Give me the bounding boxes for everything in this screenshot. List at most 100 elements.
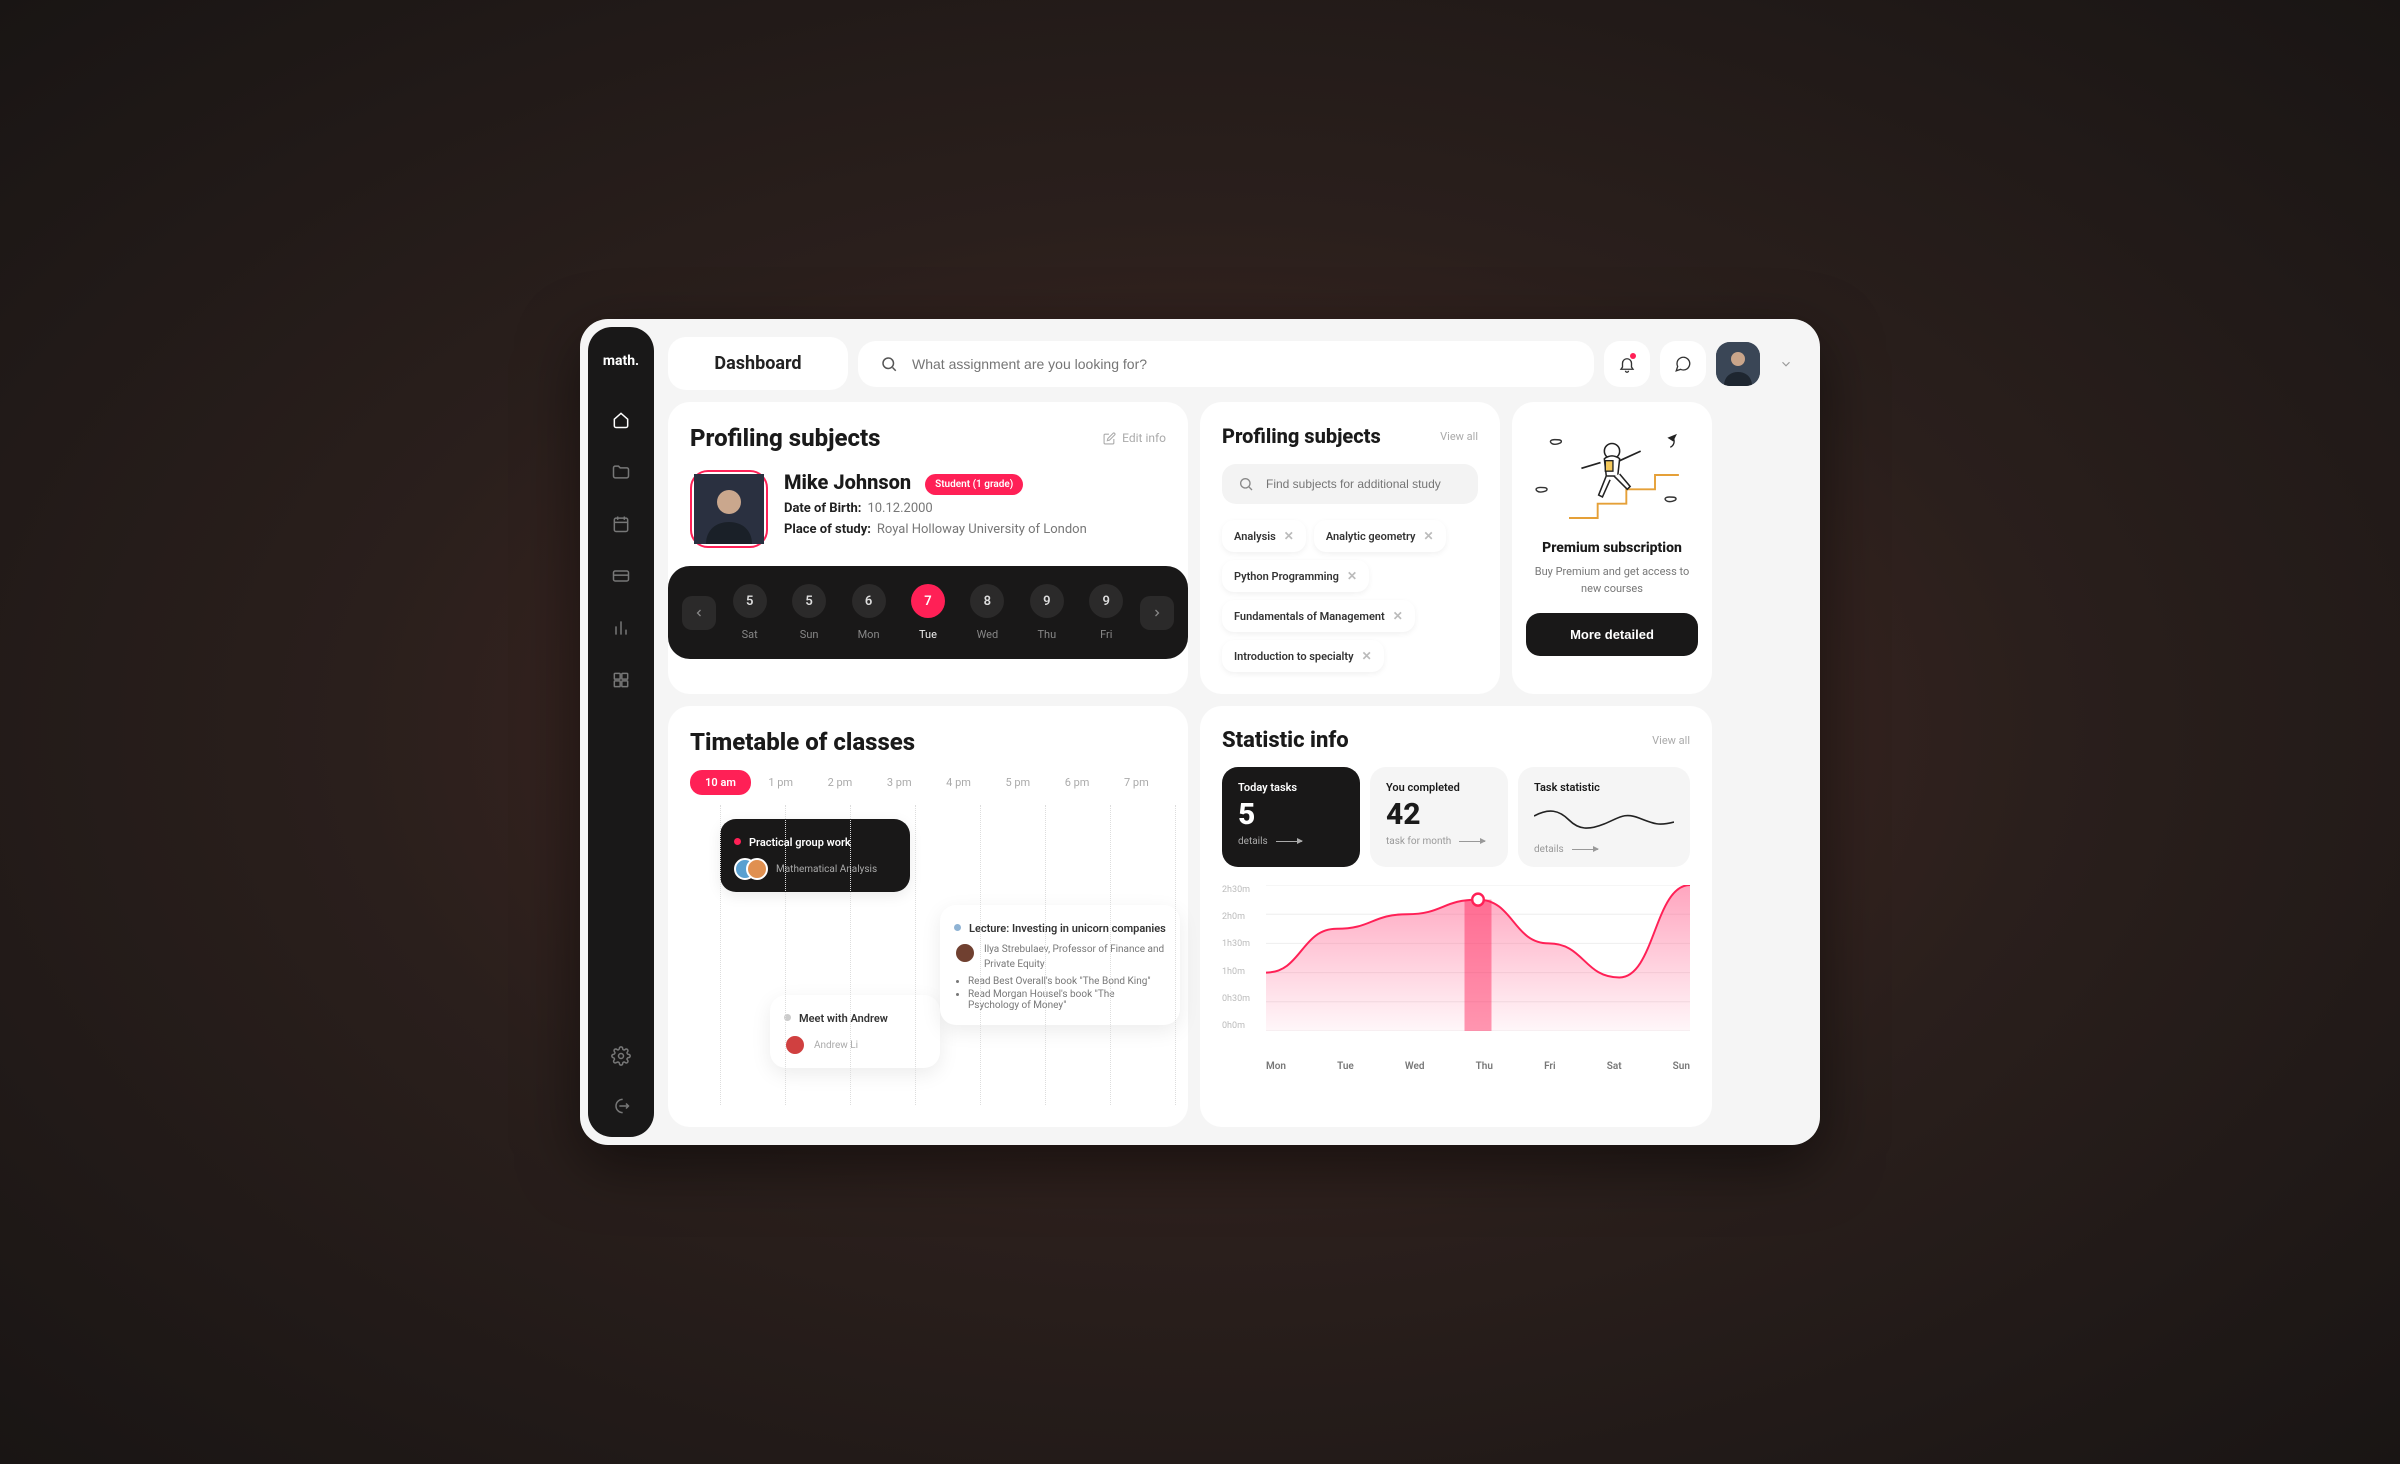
page-title: Dashboard	[668, 337, 848, 390]
stat-today-tasks[interactable]: Today tasks 5 details	[1222, 767, 1360, 867]
remove-tag-icon[interactable]: ✕	[1393, 609, 1403, 623]
chart-x-label: Wed	[1405, 1061, 1425, 1072]
search-input[interactable]	[912, 356, 1572, 372]
stat-completed[interactable]: You completed 42 task for month	[1370, 767, 1508, 867]
stats-card: Statistic info View all Today tasks 5 de…	[1200, 706, 1712, 1127]
notification-dot	[1630, 353, 1636, 359]
nav-stats-icon[interactable]	[610, 617, 632, 639]
search-icon	[880, 355, 898, 373]
student-badge: Student (1 grade)	[925, 474, 1023, 495]
nav-home-icon[interactable]	[610, 409, 632, 431]
premium-cta-button[interactable]: More detailed	[1526, 613, 1698, 656]
remove-tag-icon[interactable]: ✕	[1424, 529, 1434, 543]
profile-section-title: Profiling subjects	[690, 424, 881, 452]
event-dot-icon	[734, 838, 741, 845]
participant-avatars	[734, 858, 768, 880]
event-practical[interactable]: Practical group work Mathematical Analys…	[720, 819, 910, 892]
remove-tag-icon[interactable]: ✕	[1347, 569, 1357, 583]
time-label: 5 pm	[988, 776, 1047, 789]
notifications-button[interactable]	[1604, 341, 1650, 387]
subject-tag[interactable]: Fundamentals of Management✕	[1222, 600, 1415, 632]
subjects-view-all[interactable]: View all	[1440, 430, 1478, 443]
edit-icon	[1103, 432, 1116, 445]
topbar: Dashboard	[668, 337, 1802, 390]
week-prev-button[interactable]	[682, 596, 716, 630]
user-menu-toggle[interactable]	[1770, 341, 1802, 387]
subjects-search-input[interactable]	[1266, 477, 1462, 491]
subjects-section-title: Profiling subjects	[1222, 424, 1381, 448]
stats-view-all[interactable]: View all	[1652, 734, 1690, 747]
remove-tag-icon[interactable]: ✕	[1362, 649, 1372, 663]
brand-logo: math.	[603, 353, 639, 369]
chat-icon	[1674, 355, 1692, 373]
sidebar-nav	[610, 409, 632, 1045]
profile-card: Profiling subjects Edit info Mike	[668, 402, 1188, 694]
stat-task-statistic[interactable]: Task statistic details	[1518, 767, 1690, 867]
lecture-reading-item: Read Morgan Housel's book "The Psycholog…	[968, 989, 1166, 1011]
arrow-icon	[1276, 841, 1302, 842]
time-label: 7 pm	[1107, 776, 1166, 789]
subjects-card: Profiling subjects View all Analysis✕Ana…	[1200, 402, 1500, 694]
chart-x-label: Sun	[1673, 1061, 1690, 1072]
content-grid: Profiling subjects Edit info Mike	[668, 402, 1802, 1127]
search-icon	[1238, 476, 1254, 492]
user-avatar[interactable]	[1716, 342, 1760, 386]
global-search[interactable]	[858, 341, 1594, 387]
main-content: Dashboard	[654, 319, 1820, 1145]
chevron-left-icon	[693, 607, 705, 619]
day-fri[interactable]: 9Fri	[1089, 584, 1123, 641]
timetable-card: Timetable of classes 10 am1 pm2 pm3 pm4 …	[668, 706, 1188, 1127]
chevron-down-icon	[1779, 357, 1793, 371]
chart-x-label: Sat	[1607, 1061, 1622, 1072]
chevron-right-icon	[1151, 607, 1163, 619]
nav-calendar-icon[interactable]	[610, 513, 632, 535]
profile-name: Mike Johnson	[784, 470, 911, 494]
day-tue[interactable]: 7Tue	[911, 584, 945, 641]
day-mon[interactable]: 6Mon	[852, 584, 886, 641]
day-sun[interactable]: 5Sun	[792, 584, 826, 641]
event-dot-icon	[954, 924, 961, 931]
stats-section-title: Statistic info	[1222, 728, 1349, 753]
presenter-avatar	[954, 942, 976, 964]
edit-info-button[interactable]: Edit info	[1103, 431, 1166, 445]
subject-tag[interactable]: Introduction to specialty✕	[1222, 640, 1384, 672]
premium-illustration	[1526, 420, 1698, 530]
profile-study: Royal Holloway University of London	[877, 522, 1087, 537]
time-label: 10 am	[690, 770, 751, 795]
subject-tag[interactable]: Analytic geometry✕	[1314, 520, 1446, 552]
nav-card-icon[interactable]	[610, 565, 632, 587]
remove-tag-icon[interactable]: ✕	[1284, 529, 1294, 543]
nav-settings-icon[interactable]	[610, 1045, 632, 1067]
profile-dob: 10.12.2000	[867, 501, 932, 516]
nav-apps-icon[interactable]	[610, 669, 632, 691]
timetable-section-title: Timetable of classes	[690, 728, 1166, 756]
time-label: 6 pm	[1047, 776, 1106, 789]
nav-logout-icon[interactable]	[610, 1095, 632, 1117]
week-strip: 5Sat 5Sun 6Mon 7Tue 8Wed 9Thu 9Fri	[668, 566, 1188, 659]
chart-x-label: Mon	[1266, 1061, 1286, 1072]
area-chart: 2h30m2h0m1h30m1h0m0h30m0h0m	[1222, 885, 1690, 1055]
chart-x-label: Tue	[1337, 1061, 1354, 1072]
subject-tag[interactable]: Python Programming✕	[1222, 560, 1369, 592]
lecture-reading-item: Read Best Overall's book "The Bond King"	[968, 976, 1166, 987]
day-thu[interactable]: 9Thu	[1030, 584, 1064, 641]
profile-picture[interactable]	[690, 470, 768, 548]
chart-x-label: Thu	[1476, 1061, 1493, 1072]
premium-title: Premium subscription	[1542, 540, 1682, 556]
event-lecture[interactable]: Lecture: Investing in unicorn companies …	[940, 905, 1180, 1025]
day-sat[interactable]: 5Sat	[733, 584, 767, 641]
day-wed[interactable]: 8Wed	[970, 584, 1004, 641]
arrow-icon	[1459, 841, 1485, 842]
messages-button[interactable]	[1660, 341, 1706, 387]
time-label: 2 pm	[810, 776, 869, 789]
arrow-icon	[1572, 849, 1598, 850]
chart-x-label: Fri	[1544, 1061, 1556, 1072]
nav-folder-icon[interactable]	[610, 461, 632, 483]
subject-tags: Analysis✕Analytic geometry✕ Python Progra…	[1222, 520, 1478, 672]
time-label: 3 pm	[870, 776, 929, 789]
premium-body: Buy Premium and get access to new course…	[1526, 564, 1698, 597]
week-next-button[interactable]	[1140, 596, 1174, 630]
subject-tag[interactable]: Analysis✕	[1222, 520, 1306, 552]
subjects-search[interactable]	[1222, 464, 1478, 504]
time-label: 4 pm	[929, 776, 988, 789]
